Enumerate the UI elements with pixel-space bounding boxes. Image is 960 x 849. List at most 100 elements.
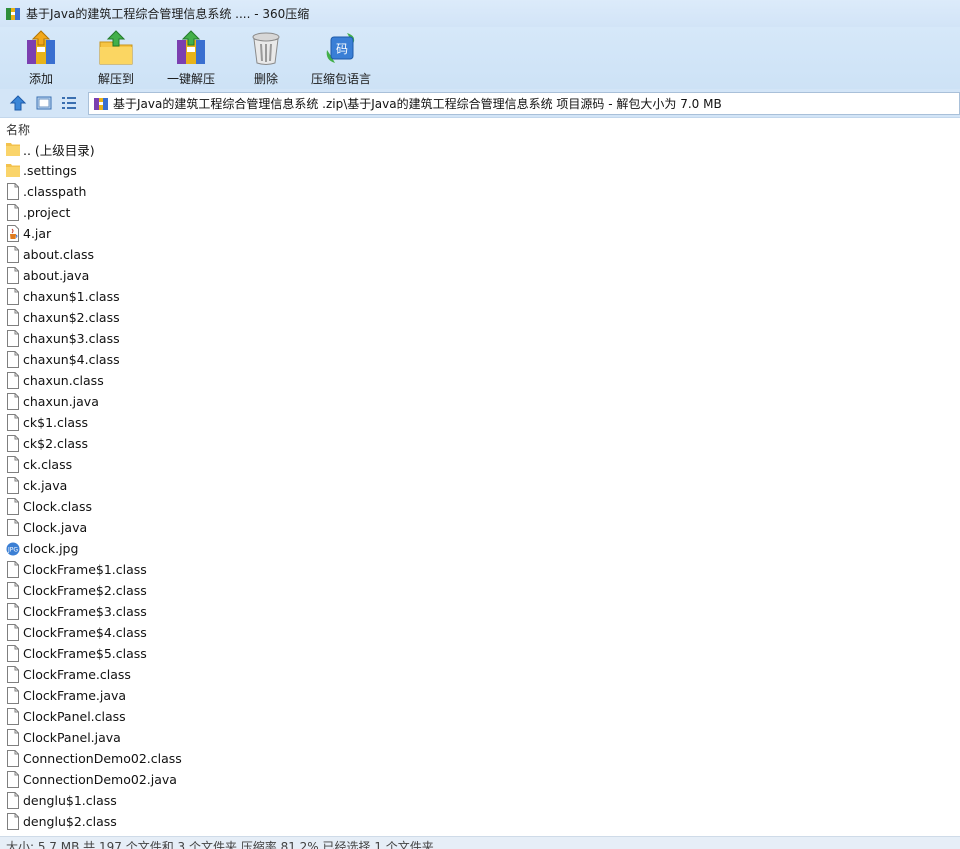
item-name: ConnectionDemo02.class [23,751,182,766]
file-icon [7,330,19,347]
svg-text:JPG: JPG [7,547,18,554]
file-icon [7,771,19,788]
delete-button[interactable]: 删除 [234,27,298,89]
one-click-extract-label: 一键解压 [166,72,215,86]
folder-icon [6,143,20,156]
extract-to-button[interactable]: 解压到 [84,27,148,89]
file-row[interactable]: ClockFrame.class [0,664,960,685]
address-path-field[interactable]: 基于Java的建筑工程综合管理信息系统 .zip\基于Java的建筑工程综合管理… [88,92,960,115]
item-name: ck$2.class [23,436,89,451]
item-name: denglu$2.class [23,814,117,829]
jpg-image-icon: JPG [6,542,20,556]
file-icon [7,498,19,515]
file-row[interactable]: ClockPanel.java [0,727,960,748]
item-name: Clock.class [23,499,92,514]
folder-icon [6,164,20,177]
folder-row[interactable]: .. (上级目录) [0,139,960,160]
file-row[interactable]: ConnectionDemo02.java [0,769,960,790]
file-row[interactable]: 4.jar [0,223,960,244]
file-row[interactable]: ConnectionDemo02.class [0,748,960,769]
file-row[interactable]: ck.class [0,454,960,475]
item-name: .project [23,205,71,220]
list-view-icon[interactable] [60,94,78,112]
delete-label: 删除 [253,72,278,86]
file-row[interactable]: chaxun$1.class [0,286,960,307]
file-row[interactable]: ck.java [0,475,960,496]
file-row[interactable]: Clock.java [0,517,960,538]
file-icon [7,204,19,221]
file-row[interactable]: chaxun.java [0,391,960,412]
file-row[interactable]: ClockFrame$3.class [0,601,960,622]
file-row[interactable]: ck$1.class [0,412,960,433]
file-icon [7,183,19,200]
file-row[interactable]: about.class [0,244,960,265]
file-row[interactable]: ClockFrame.java [0,685,960,706]
item-name: .. (上级目录) [23,143,95,158]
window-title: 基于Java的建筑工程综合管理信息系统 .... - 360压缩 [26,7,310,21]
item-name: ClockFrame$4.class [23,625,147,640]
name-column-header[interactable]: 名称 [0,118,960,138]
item-name: ck$1.class [23,415,89,430]
file-row[interactable]: ClockFrame$1.class [0,559,960,580]
item-name: denglu$1.class [23,793,117,808]
file-icon [7,624,19,641]
file-list: .. (上级目录) .settings .classpath .project 4.ja… [0,139,960,836]
file-row[interactable]: chaxun$3.class [0,328,960,349]
file-icon [7,813,19,830]
file-icon [7,456,19,473]
item-name: ClockFrame$5.class [23,646,147,661]
file-row[interactable]: ck$2.class [0,433,960,454]
file-icon [7,582,19,599]
folder-row[interactable]: .settings [0,160,960,181]
file-row[interactable]: denglu$2.class [0,811,960,832]
file-row[interactable]: chaxun$4.class [0,349,960,370]
item-name: ClockFrame.java [23,688,127,703]
add-label: 添加 [28,72,53,86]
file-icon [7,519,19,536]
file-icon [7,246,19,263]
item-name: chaxun$4.class [23,352,120,367]
file-icon [7,372,19,389]
file-icon [7,309,19,326]
status-bar: 大小: 5.7 MB 共 197 个文件和 3 个文件夹 压缩率 81.2% 已… [0,836,960,849]
file-row[interactable]: Clock.class [0,496,960,517]
file-row[interactable]: .classpath [0,181,960,202]
item-name: Clock.java [23,520,88,535]
thumbnail-view-icon[interactable] [35,94,53,112]
file-row[interactable]: .project [0,202,960,223]
file-row[interactable]: chaxun.class [0,370,960,391]
file-icon [7,288,19,305]
archive-language-label: 压缩包语言 [310,72,371,86]
item-name: ClockFrame.class [23,667,131,682]
file-icon [7,666,19,683]
svg-text:码: 码 [336,42,348,56]
archive-language-icon: 码 [326,33,355,63]
extract-to-icon [99,30,133,65]
add-button[interactable]: 添加 [9,27,73,89]
file-row[interactable]: about.java [0,265,960,286]
file-row[interactable]: ClockPanel.class [0,706,960,727]
delete-icon [252,32,280,65]
address-path: 基于Java的建筑工程综合管理信息系统 .zip\基于Java的建筑工程综合管理… [113,97,722,111]
one-click-extract-button[interactable]: 一键解压 [159,27,223,89]
file-row[interactable]: ClockFrame$2.class [0,580,960,601]
file-row[interactable]: ClockFrame$4.class [0,622,960,643]
item-name: ClockPanel.class [23,709,126,724]
up-level-icon[interactable] [9,94,27,112]
file-row[interactable]: chaxun$2.class [0,307,960,328]
file-row[interactable]: ClockFrame$5.class [0,643,960,664]
item-name: ClockFrame$2.class [23,583,147,598]
file-row[interactable]: JPG clock.jpg [0,538,960,559]
item-name: chaxun$2.class [23,310,120,325]
name-column-label: 名称 [6,123,31,137]
item-name: ClockFrame$1.class [23,562,147,577]
file-icon [7,645,19,662]
file-icon [7,561,19,578]
file-row[interactable]: denglu$1.class [0,790,960,811]
item-name: chaxun$3.class [23,331,120,346]
file-icon [7,603,19,620]
file-icon [7,267,19,284]
item-name: about.java [23,268,90,283]
jar-file-icon [7,225,19,242]
archive-language-button[interactable]: 码 压缩包语言 [308,27,374,89]
